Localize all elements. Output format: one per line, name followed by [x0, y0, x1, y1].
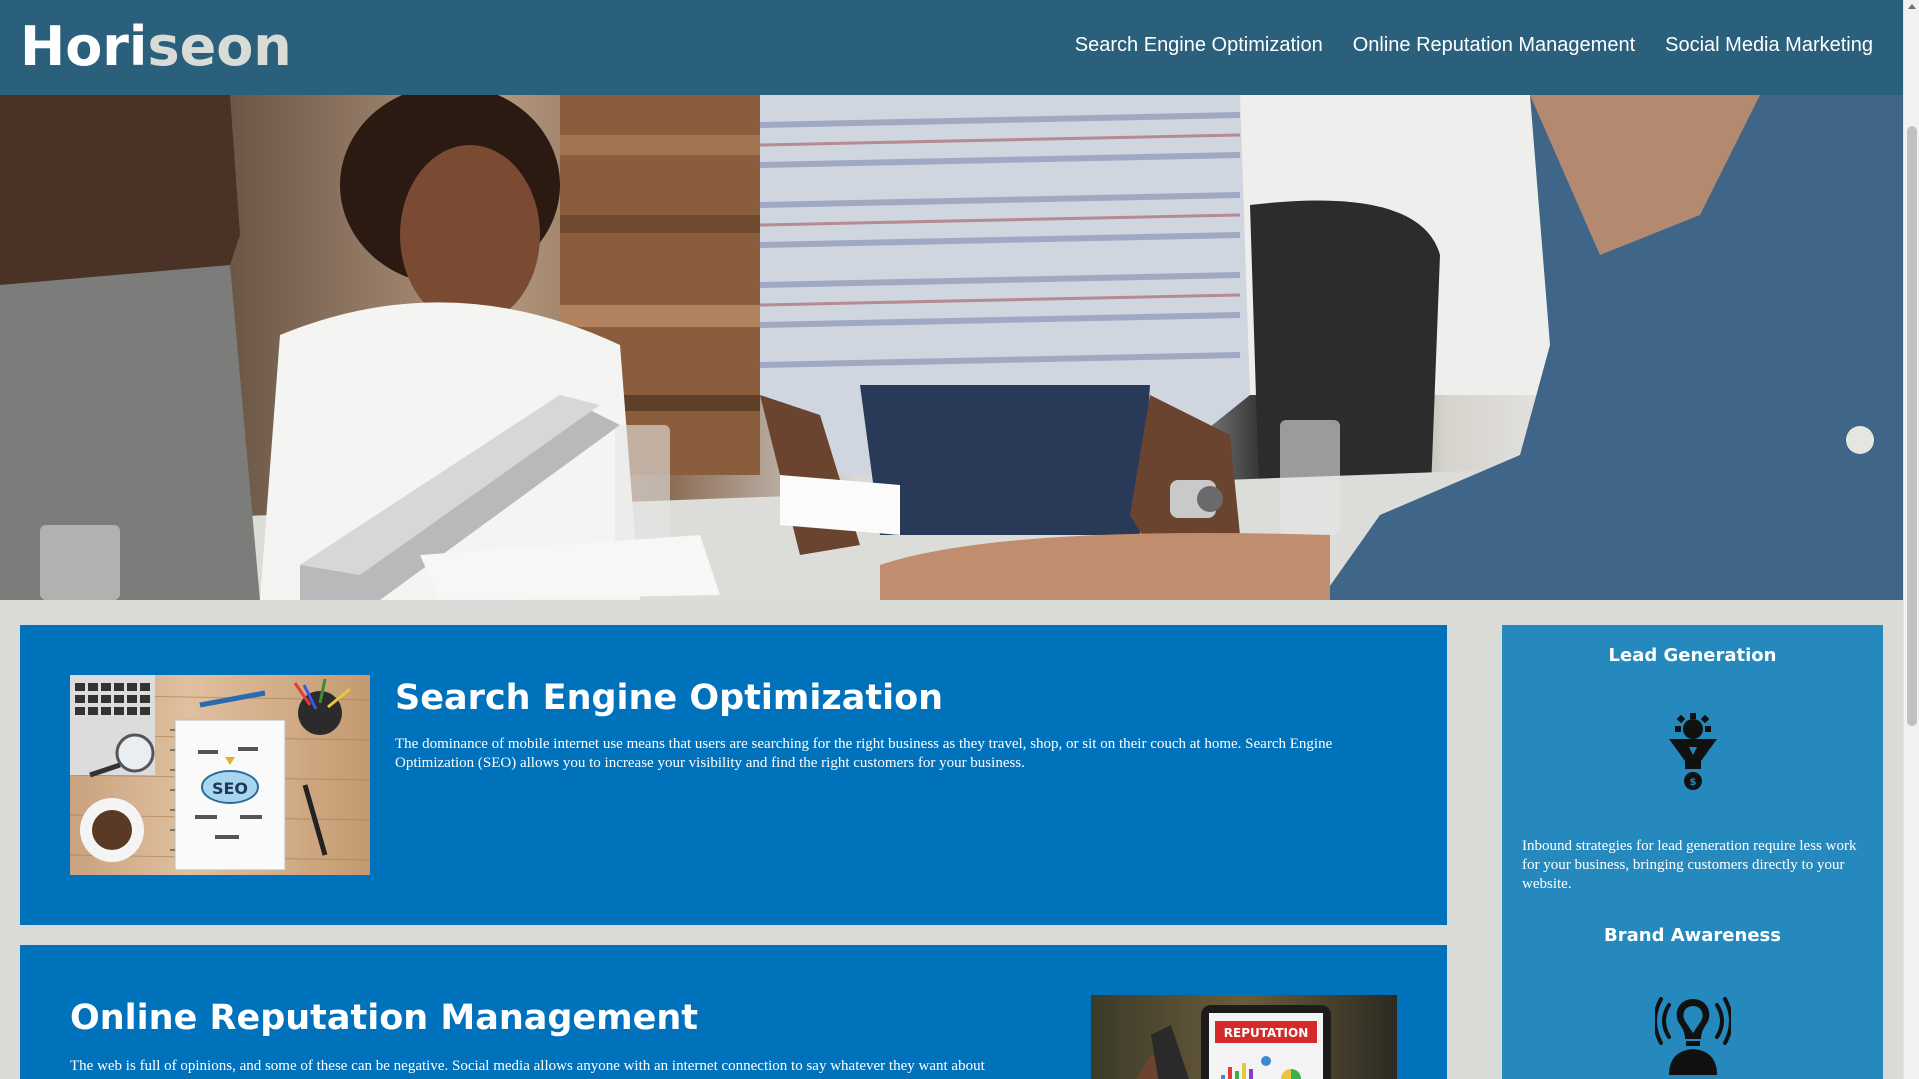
brand-awareness-title: Brand Awareness: [1604, 925, 1781, 946]
orm-image-label: REPUTATION: [1224, 1026, 1308, 1040]
seo-section: SEO Search Engine Optimization The domin…: [20, 625, 1447, 925]
main-nav: Search Engine Optimization Online Reputa…: [1075, 34, 1873, 57]
lead-generation-title: Lead Generation: [1608, 645, 1777, 666]
orm-section: Online Reputation Management The web is …: [20, 945, 1447, 1079]
seo-title: Search Engine Optimization: [395, 678, 944, 718]
orm-image: REPUTATION: [1091, 995, 1397, 1079]
nav-link-smm[interactable]: Social Media Marketing: [1665, 34, 1873, 57]
seo-image: SEO: [70, 675, 370, 875]
orm-title: Online Reputation Management: [70, 998, 699, 1038]
orm-description: The web is full of opinions, and some of…: [70, 1058, 985, 1074]
benefits-sidebar: Lead Generation $ Inbound strategies for…: [1502, 625, 1883, 1079]
hero-photo-illustration: [0, 95, 1903, 600]
logo-part-hori: Hori: [20, 15, 148, 78]
site-header: Horiseon Search Engine Optimization Onli…: [0, 0, 1903, 95]
scroll-up-arrow-icon[interactable]: [1908, 4, 1916, 9]
seo-image-label: SEO: [212, 779, 248, 798]
brand-lightbulb-icon: [1655, 997, 1731, 1075]
site-logo[interactable]: Horiseon: [20, 16, 292, 78]
svg-text:$: $: [1690, 777, 1697, 788]
scroll-thumb[interactable]: [1907, 126, 1917, 726]
lead-generation-text: Inbound strategies for lead generation r…: [1522, 838, 1857, 892]
lead-funnel-icon: $: [1669, 713, 1717, 790]
logo-part-seon: seon: [147, 15, 292, 78]
seo-description: The dominance of mobile internet use mea…: [395, 736, 1333, 771]
nav-link-orm[interactable]: Online Reputation Management: [1353, 34, 1635, 57]
nav-link-seo[interactable]: Search Engine Optimization: [1075, 34, 1323, 57]
page-scrollbar[interactable]: [1903, 0, 1919, 1079]
hero-image: [0, 95, 1903, 600]
